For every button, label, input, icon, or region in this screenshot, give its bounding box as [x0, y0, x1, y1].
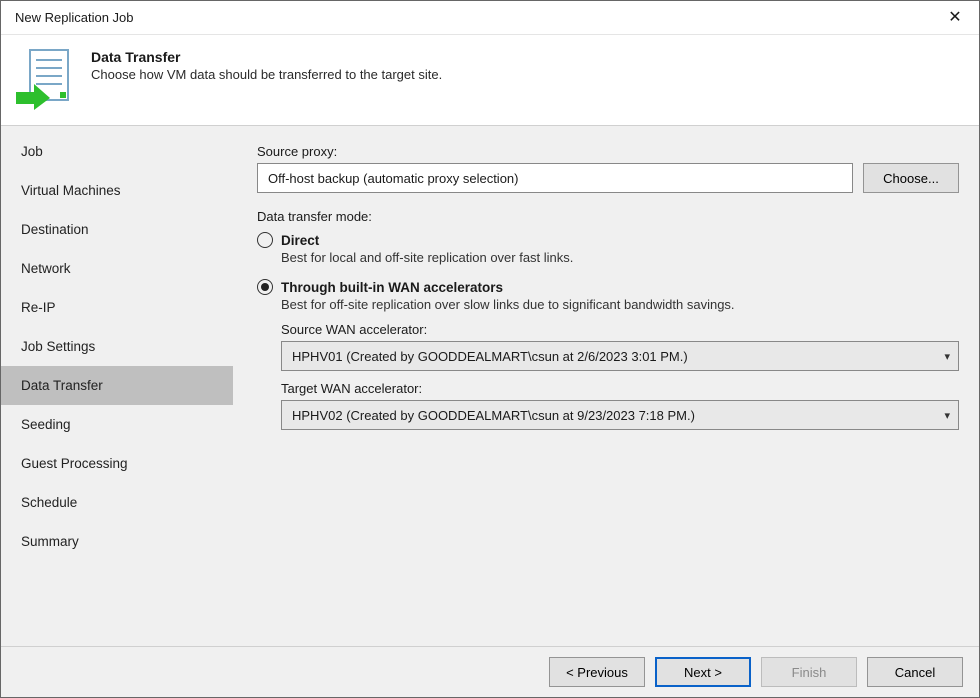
dialog-window: New Replication Job ✕ Data Transfer Choo… [0, 0, 980, 698]
target-wan-value: HPHV02 (Created by GOODDEALMART\csun at … [292, 408, 695, 423]
sidebar-item-job-settings[interactable]: Job Settings [1, 327, 233, 366]
finish-button[interactable]: Finish [761, 657, 857, 687]
wizard-body: Job Virtual Machines Destination Network… [1, 126, 979, 646]
direct-radio[interactable] [257, 232, 273, 248]
source-proxy-label: Source proxy: [257, 144, 959, 159]
previous-button[interactable]: < Previous [549, 657, 645, 687]
sidebar-item-guest-processing[interactable]: Guest Processing [1, 444, 233, 483]
source-wan-select[interactable]: HPHV01 (Created by GOODDEALMART\csun at … [281, 341, 959, 371]
cancel-button[interactable]: Cancel [867, 657, 963, 687]
source-wan-value: HPHV01 (Created by GOODDEALMART\csun at … [292, 349, 688, 364]
page-title: Data Transfer [91, 49, 442, 65]
source-proxy-value: Off-host backup (automatic proxy selecti… [268, 171, 519, 186]
sidebar-item-re-ip[interactable]: Re-IP [1, 288, 233, 327]
wan-desc: Best for off-site replication over slow … [281, 297, 959, 312]
chevron-down-icon: ▾ [944, 409, 950, 422]
chevron-down-icon: ▾ [944, 350, 950, 363]
wan-title: Through built-in WAN accelerators [281, 280, 503, 295]
direct-title: Direct [281, 233, 319, 248]
wizard-footer: < Previous Next > Finish Cancel [1, 646, 979, 697]
page-subtitle: Choose how VM data should be transferred… [91, 67, 442, 82]
direct-desc: Best for local and off-site replication … [281, 250, 959, 265]
data-transfer-icon [15, 47, 71, 111]
mode-label: Data transfer mode: [257, 209, 959, 224]
mode-direct-group: Direct Best for local and off-site repli… [257, 232, 959, 265]
target-wan-select[interactable]: HPHV02 (Created by GOODDEALMART\csun at … [281, 400, 959, 430]
sidebar-item-data-transfer[interactable]: Data Transfer [1, 366, 233, 405]
target-wan-label: Target WAN accelerator: [281, 381, 959, 396]
sidebar-item-network[interactable]: Network [1, 249, 233, 288]
source-proxy-input[interactable]: Off-host backup (automatic proxy selecti… [257, 163, 853, 193]
sidebar-item-destination[interactable]: Destination [1, 210, 233, 249]
header-texts: Data Transfer Choose how VM data should … [91, 47, 442, 82]
sidebar-item-virtual-machines[interactable]: Virtual Machines [1, 171, 233, 210]
wizard-header: Data Transfer Choose how VM data should … [1, 35, 979, 126]
wizard-sidebar: Job Virtual Machines Destination Network… [1, 126, 233, 646]
close-icon[interactable]: ✕ [941, 4, 969, 32]
mode-wan-group: Through built-in WAN accelerators Best f… [257, 279, 959, 430]
wan-radio[interactable] [257, 279, 273, 295]
source-wan-label: Source WAN accelerator: [281, 322, 959, 337]
wizard-content: Source proxy: Off-host backup (automatic… [233, 126, 979, 646]
titlebar: New Replication Job ✕ [1, 1, 979, 35]
next-button[interactable]: Next > [655, 657, 751, 687]
choose-button[interactable]: Choose... [863, 163, 959, 193]
sidebar-item-seeding[interactable]: Seeding [1, 405, 233, 444]
window-title: New Replication Job [15, 10, 134, 25]
sidebar-item-summary[interactable]: Summary [1, 522, 233, 561]
sidebar-item-job[interactable]: Job [1, 132, 233, 171]
sidebar-item-schedule[interactable]: Schedule [1, 483, 233, 522]
